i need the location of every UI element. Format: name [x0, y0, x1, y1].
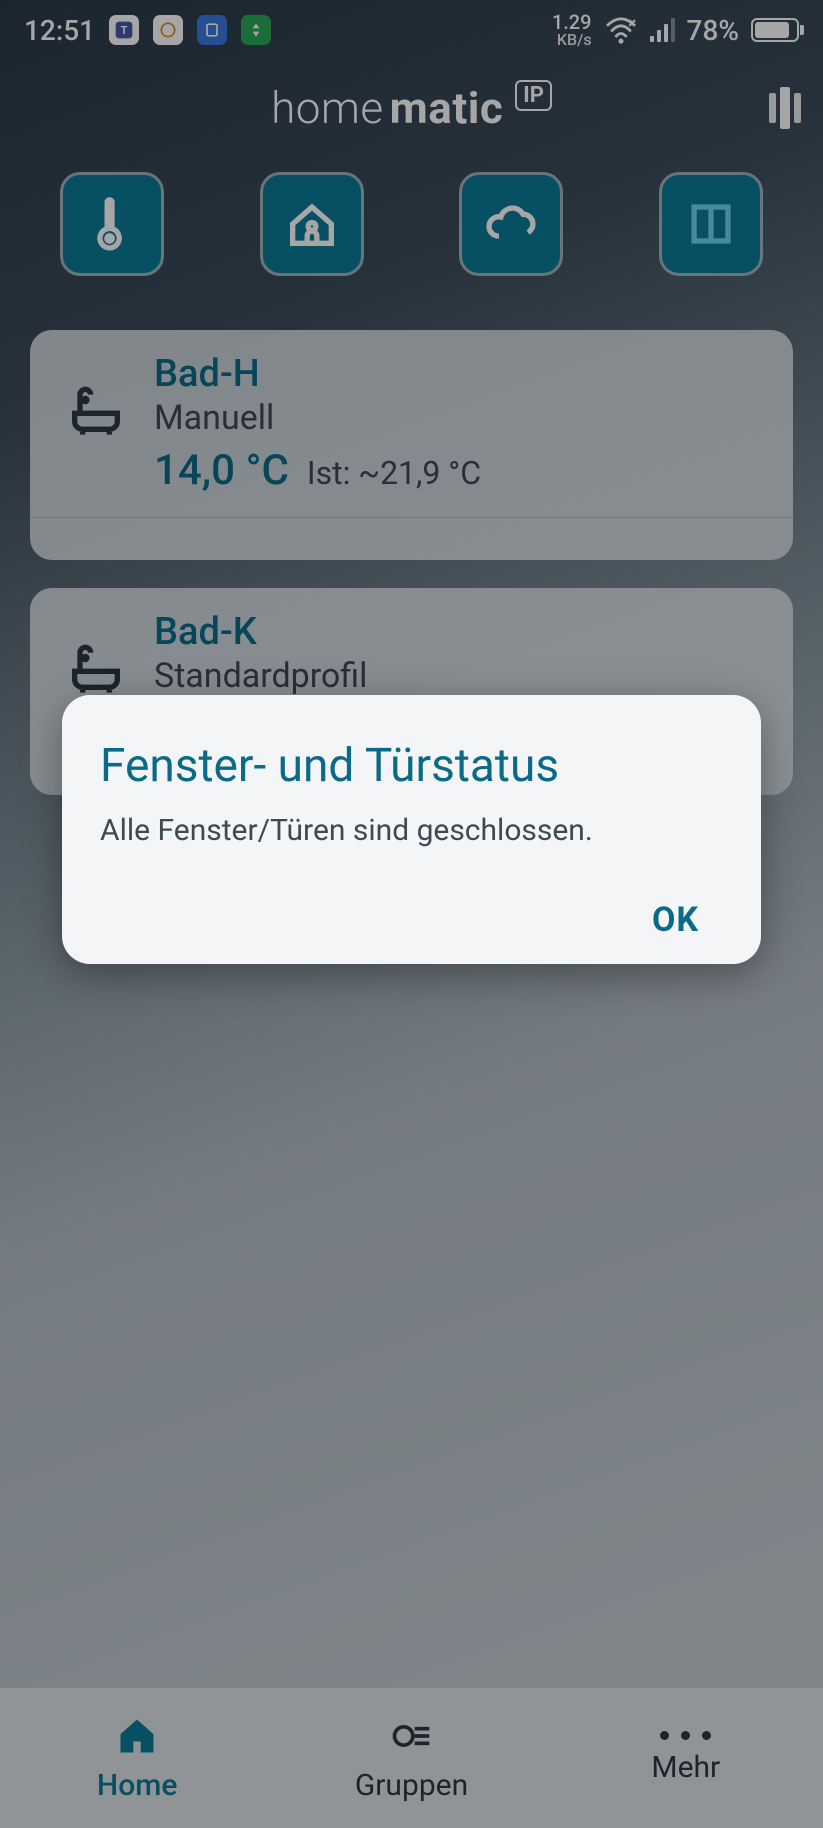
window-status-dialog: Fenster- und Türstatus Alle Fenster/Türe… — [62, 695, 761, 964]
dialog-title: Fenster- und Türstatus — [100, 739, 723, 793]
dialog-ok-button[interactable]: OK — [652, 900, 699, 940]
dialog-message: Alle Fenster/Türen sind geschlossen. — [100, 811, 723, 852]
